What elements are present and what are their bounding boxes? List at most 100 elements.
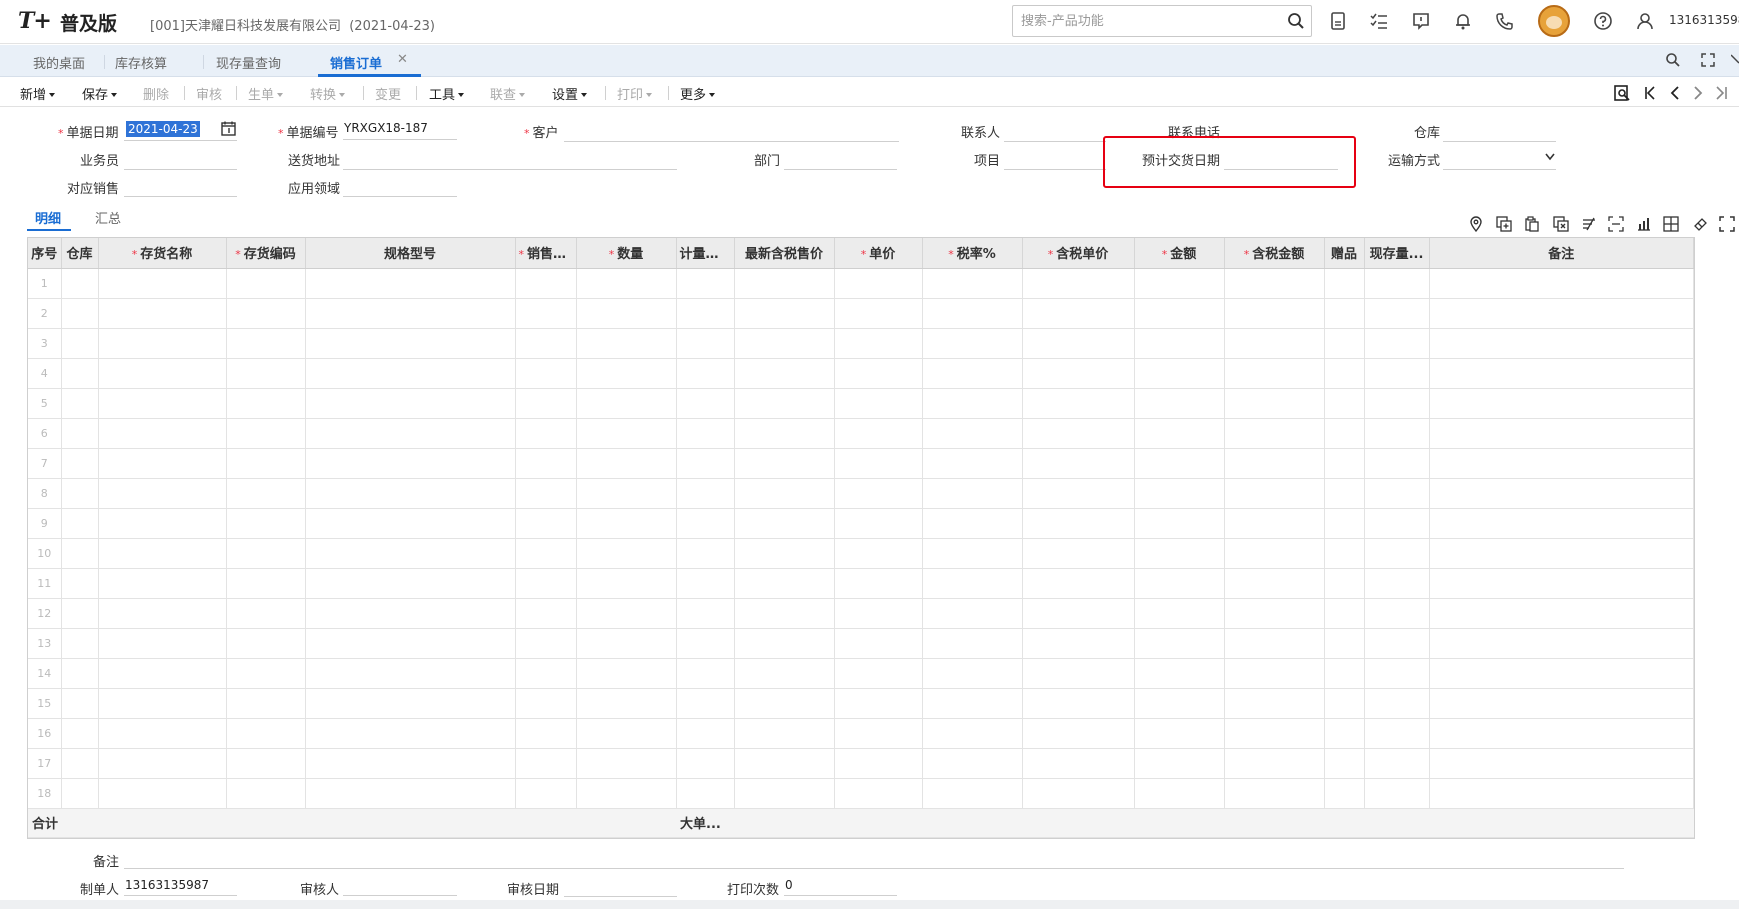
grid-cell[interactable]	[922, 418, 1023, 449]
grid-cell[interactable]	[1224, 718, 1325, 749]
new-button[interactable]: 新增	[20, 84, 56, 103]
column-header[interactable]: 最新含税售价	[734, 238, 835, 269]
grid-cell[interactable]	[734, 538, 835, 569]
sort-icon[interactable]	[1581, 216, 1597, 232]
help-icon[interactable]	[1593, 11, 1613, 31]
grid-cell[interactable]	[226, 298, 306, 329]
column-header[interactable]: * 销售单位	[515, 238, 577, 269]
phone-icon[interactable]	[1495, 11, 1515, 31]
grid-cell[interactable]	[834, 328, 923, 359]
table-row[interactable]: 2	[28, 298, 1694, 329]
grid-cell[interactable]	[1022, 688, 1135, 719]
grid-cell[interactable]	[98, 508, 227, 539]
grid-cell[interactable]	[1134, 538, 1225, 569]
grid-cell[interactable]	[1429, 298, 1694, 329]
grid-cell[interactable]	[1224, 298, 1325, 329]
column-header[interactable]: 计量单...	[676, 238, 735, 269]
grid-cell[interactable]	[226, 328, 306, 359]
scan-icon[interactable]	[1608, 216, 1624, 232]
project-field[interactable]	[1004, 169, 1106, 170]
grid-cell[interactable]	[61, 328, 99, 359]
grid-cell[interactable]	[576, 268, 677, 299]
grid-cell[interactable]	[676, 538, 735, 569]
grid-cell[interactable]	[1429, 598, 1694, 629]
grid-cell[interactable]	[1224, 448, 1325, 479]
chevron-down-icon[interactable]	[1545, 153, 1555, 161]
username[interactable]: 1316313598	[1669, 13, 1739, 27]
grid-cell[interactable]	[226, 658, 306, 689]
grid-cell[interactable]	[1429, 268, 1694, 299]
grid-cell[interactable]	[61, 358, 99, 389]
user-icon[interactable]	[1635, 11, 1655, 31]
audit-button[interactable]: 审核	[196, 84, 222, 103]
tab-my-desktop[interactable]: 我的桌面	[33, 53, 85, 72]
grid-cell[interactable]	[61, 718, 99, 749]
grid-cell[interactable]	[1224, 388, 1325, 419]
grid-cell[interactable]	[98, 298, 227, 329]
grid-cell[interactable]	[226, 508, 306, 539]
chart-icon[interactable]	[1636, 216, 1652, 232]
grid-cell[interactable]	[1022, 358, 1135, 389]
grid-cell[interactable]	[1134, 448, 1225, 479]
grid-layout-icon[interactable]	[1663, 216, 1679, 232]
grid-cell[interactable]	[98, 718, 227, 749]
grid-cell[interactable]	[98, 568, 227, 599]
grid-cell[interactable]	[1224, 538, 1325, 569]
grid-cell[interactable]	[734, 778, 835, 809]
grid-cell[interactable]	[734, 268, 835, 299]
grid-cell[interactable]	[922, 328, 1023, 359]
grid-cell[interactable]	[1022, 508, 1135, 539]
grid-cell[interactable]	[515, 748, 577, 779]
column-header[interactable]: * 税率%	[922, 238, 1023, 269]
column-header[interactable]: * 含税金额	[1224, 238, 1325, 269]
table-row[interactable]: 16	[28, 718, 1694, 749]
grid-cell[interactable]	[1224, 598, 1325, 629]
grid-cell[interactable]	[1022, 598, 1135, 629]
grid-cell[interactable]	[922, 478, 1023, 509]
message-icon[interactable]	[1411, 11, 1431, 31]
convert-button[interactable]: 转换	[310, 84, 346, 103]
grid-cell[interactable]	[922, 718, 1023, 749]
grid-cell[interactable]	[226, 688, 306, 719]
table-row[interactable]: 15	[28, 688, 1694, 719]
grid-cell[interactable]	[61, 268, 99, 299]
grid-cell[interactable]	[1224, 658, 1325, 689]
save-button[interactable]: 保存	[82, 84, 118, 103]
remark-field[interactable]	[124, 868, 1624, 869]
column-header[interactable]: * 金额	[1134, 238, 1225, 269]
grid-cell[interactable]	[922, 448, 1023, 479]
grid-cell[interactable]	[1364, 388, 1430, 419]
tab-summary[interactable]: 汇总	[95, 208, 121, 227]
grid-cell[interactable]	[98, 688, 227, 719]
grid-cell[interactable]	[834, 688, 923, 719]
grid-cell[interactable]	[734, 688, 835, 719]
application-field[interactable]	[343, 196, 457, 197]
grid-cell[interactable]	[734, 418, 835, 449]
grid-cell[interactable]	[576, 658, 677, 689]
grid-cell[interactable]	[576, 748, 677, 779]
search-input[interactable]	[1021, 7, 1281, 35]
generate-button[interactable]: 生单	[248, 84, 284, 103]
grid-cell[interactable]	[834, 298, 923, 329]
grid-cell[interactable]	[676, 268, 735, 299]
grid-cell[interactable]	[305, 358, 516, 389]
grid-cell[interactable]	[1224, 478, 1325, 509]
column-header[interactable]: * 含税单价	[1022, 238, 1135, 269]
table-row[interactable]: 10	[28, 538, 1694, 569]
grid-cell[interactable]	[1364, 268, 1430, 299]
grid-cell[interactable]	[61, 298, 99, 329]
grid-cell[interactable]	[1364, 718, 1430, 749]
grid-cell[interactable]	[576, 598, 677, 629]
grid-cell[interactable]	[1022, 478, 1135, 509]
grid-cell[interactable]	[305, 748, 516, 779]
grid-cell[interactable]	[834, 268, 923, 299]
grid-cell[interactable]	[98, 538, 227, 569]
grid-cell[interactable]	[61, 628, 99, 659]
tab-stock-query[interactable]: 现存量查询	[216, 53, 281, 72]
column-header[interactable]: 赠品	[1324, 238, 1365, 269]
grid-cell[interactable]	[61, 538, 99, 569]
grid-cell[interactable]	[1324, 538, 1365, 569]
grid-cell[interactable]	[98, 388, 227, 419]
grid-cell[interactable]	[515, 328, 577, 359]
insert-row-icon[interactable]	[1496, 216, 1512, 232]
